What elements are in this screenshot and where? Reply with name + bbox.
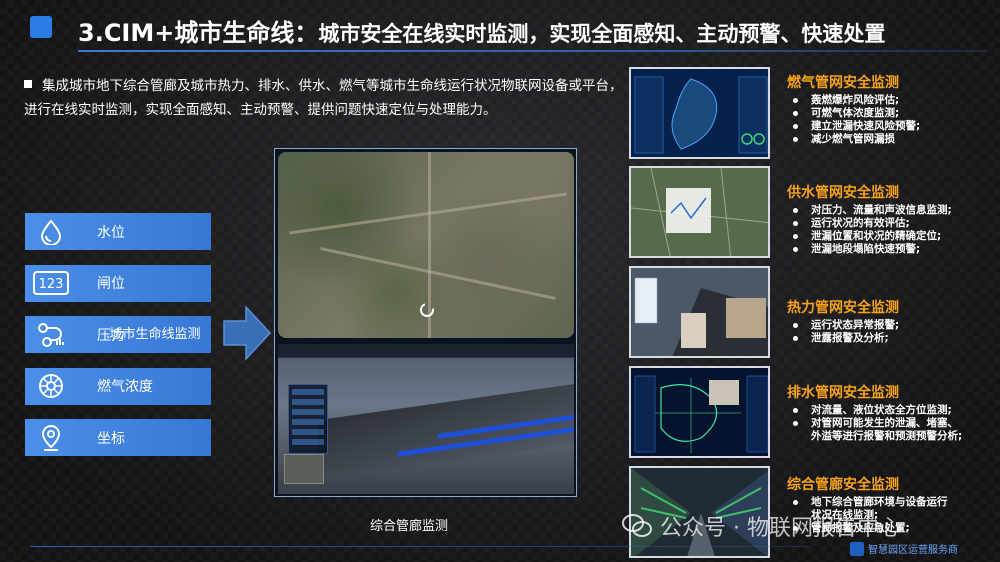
header-divider <box>78 50 988 52</box>
brand-footer: 智慧园区运营服务商 <box>850 541 958 556</box>
section-item: 对流量、液位状态全方位监测; <box>787 404 997 417</box>
section-item: 运行状态异常报警; <box>787 319 997 332</box>
header-square-icon <box>30 16 52 38</box>
thumb-heat-network <box>629 266 770 358</box>
section-item: 减少燃气管网漏损 <box>787 133 997 146</box>
thumb-gas-network <box>629 67 770 159</box>
pipe-side-menu <box>288 384 328 454</box>
thumb-water-supply <box>629 166 770 258</box>
section-item: 泄露报警及分析; <box>787 332 997 345</box>
section-item: 运行状况的有效评估; <box>787 217 997 230</box>
svg-text:123: 123 <box>39 277 64 292</box>
section-item: 泄漏地段塌陷快速预警; <box>787 243 997 256</box>
section-item: 对压力、流量和声波信息监测; <box>787 204 997 217</box>
slide-header: 3.CIM+城市生命线：城市安全在线实时监测，实现全面感知、主动预警、快速处置 <box>0 8 1000 52</box>
gas-sensor-icon <box>25 368 77 405</box>
caption-city-lifeline: 城市生命线监测 <box>109 327 201 342</box>
section-title: 热力管网安全监测 <box>787 300 899 316</box>
section-drainage: 排水管网安全监测 对流量、液位状态全方位监测; 对管网可能发生的泄漏、堵塞、 外… <box>787 382 997 443</box>
param-gas-concentration: 燃气浓度 <box>25 367 211 405</box>
pressure-pipe-icon <box>25 316 77 353</box>
param-water-level: 水位 <box>25 213 211 250</box>
intro-paragraph: 集成城市地下综合管廊及城市热力、排水、供水、燃气等城市生命线运行状况物联网设备或… <box>24 74 624 122</box>
wechat-icon <box>622 514 652 537</box>
section-title: 供水管网安全监测 <box>787 185 899 201</box>
watermark: 公众号 · 物联网报告中心 <box>622 510 901 542</box>
title-main: 3.CIM+城市生命线： <box>78 19 319 47</box>
thumb-drainage-network <box>629 366 770 458</box>
center-panel <box>274 148 577 497</box>
section-title: 综合管廊安全监测 <box>787 477 899 493</box>
square-bullet-icon <box>24 80 32 88</box>
section-item: 可燃气体浓度监测; <box>787 107 997 120</box>
section-item: 泄漏位置和状况的精确定位; <box>787 230 997 243</box>
watermark-text: 公众号 · 物联网报告中心 <box>660 516 901 541</box>
section-gas: 燃气管网安全监测 轰燃爆炸风险评估; 可燃气体浓度监测; 建立泄漏快速风险预警;… <box>787 72 997 146</box>
section-heat: 热力管网安全监测 运行状态异常报警; 泄露报警及分析; <box>787 297 997 345</box>
section-item: 地下综合管廊环境与设备运行 <box>787 496 997 509</box>
section-item: 对管网可能发生的泄漏、堵塞、 <box>787 417 997 430</box>
section-title: 排水管网安全监测 <box>787 385 899 401</box>
pipe-toolbar <box>278 344 574 358</box>
caption-pipe-gallery: 综合管廊监测 <box>370 519 449 534</box>
param-label: 闸位 <box>97 276 125 292</box>
pipe-gallery-3d-image <box>278 344 574 494</box>
satellite-map-image <box>278 152 574 338</box>
section-item: 轰燃爆炸风险评估; <box>787 94 997 107</box>
section-water-supply: 供水管网安全监测 对压力、流量和声波信息监测; 运行状况的有效评估; 泄漏位置和… <box>787 182 997 256</box>
section-item: 外溢等进行报警和预测预警分析; <box>811 430 963 442</box>
arrow-right-icon <box>223 305 272 361</box>
number-123-icon: 123 <box>25 265 77 302</box>
param-coordinates: 坐标 <box>25 419 211 456</box>
brand-logo-icon <box>850 541 864 556</box>
param-gate-position: 123 闸位 <box>25 264 211 302</box>
param-label: 燃气浓度 <box>97 379 153 395</box>
slide-title: 3.CIM+城市生命线：城市安全在线实时监测，实现全面感知、主动预警、快速处置 <box>78 13 885 48</box>
location-pin-icon <box>25 419 77 456</box>
water-drop-icon <box>25 213 77 250</box>
loading-spinner-icon <box>420 303 434 317</box>
param-label: 水位 <box>97 224 125 241</box>
section-title: 燃气管网安全监测 <box>787 75 899 91</box>
intro-text: 集成城市地下综合管廊及城市热力、排水、供水、燃气等城市生命线运行状况物联网设备或… <box>24 78 623 118</box>
title-sub: 城市安全在线实时监测，实现全面感知、主动预警、快速处置 <box>318 22 886 46</box>
pipe-minimap <box>284 454 324 484</box>
brand-text: 智慧园区运营服务商 <box>868 545 958 556</box>
section-item: 建立泄漏快速风险预警; <box>787 120 997 133</box>
footer-divider <box>30 546 810 547</box>
param-label: 坐标 <box>97 430 125 447</box>
